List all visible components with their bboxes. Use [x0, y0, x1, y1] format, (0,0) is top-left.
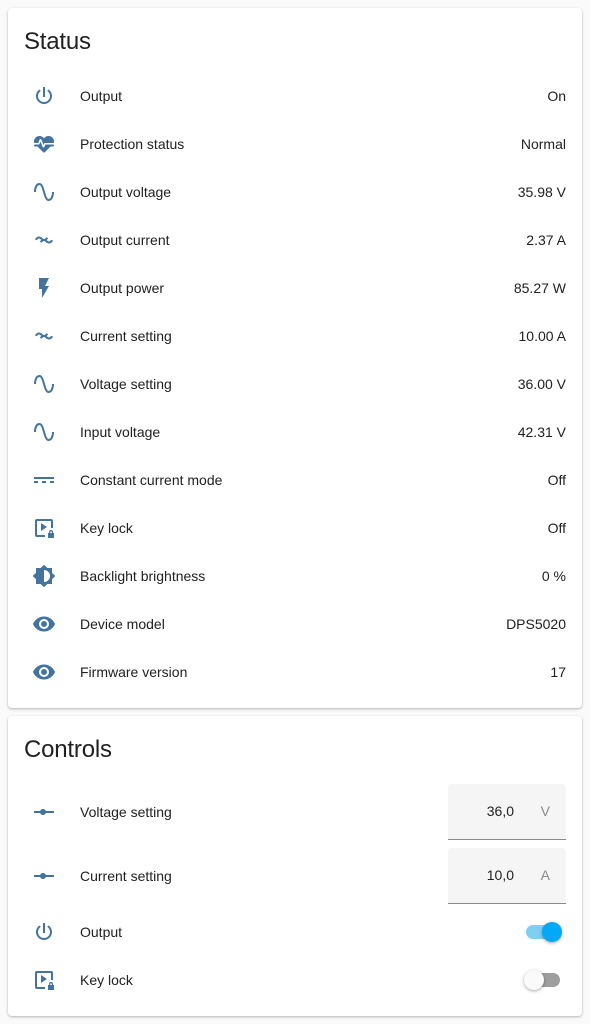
play-box-lock-icon [24, 508, 64, 548]
eye-icon [24, 604, 64, 644]
row-label: Protection status [80, 136, 185, 152]
row-label: Current setting [80, 328, 172, 344]
control-row-key-lock: Key lock [24, 960, 566, 1000]
row-value: Off [547, 472, 566, 488]
slider-icon [24, 792, 64, 832]
sine-wave-icon [24, 172, 64, 212]
controls-card-title: Controls [24, 736, 112, 763]
current-setting-input[interactable]: 10,0 A [448, 848, 566, 904]
row-label: Key lock [80, 520, 133, 536]
status-row-voltage-setting[interactable]: Voltage setting 36.00 V [24, 364, 566, 404]
row-label: Output current [80, 232, 170, 248]
status-row-key-lock[interactable]: Key lock Off [24, 508, 566, 548]
status-row-protection-status[interactable]: Protection status Normal [24, 124, 566, 164]
status-row-output-power[interactable]: Output power 85.27 W [24, 268, 566, 308]
row-label: Constant current mode [80, 472, 223, 488]
row-value: Off [547, 520, 566, 536]
status-row-backlight-brightness[interactable]: Backlight brightness 0 % [24, 556, 566, 596]
row-value: 42.31 V [517, 424, 566, 440]
toggle-thumb[interactable] [542, 922, 562, 942]
sine-wave-icon [24, 364, 64, 404]
power-icon [24, 76, 64, 116]
row-label: Output [80, 924, 123, 940]
current-setting-unit: A [540, 867, 550, 883]
status-row-output-voltage[interactable]: Output voltage 35.98 V [24, 172, 566, 212]
voltage-setting-value[interactable]: 36,0 [487, 803, 514, 819]
sine-wave-icon [24, 412, 64, 452]
status-card-title: Status [24, 28, 91, 55]
voltage-setting-unit: V [540, 803, 550, 819]
flash-icon [24, 268, 64, 308]
current-ac-icon [24, 316, 64, 356]
row-label: Voltage setting [80, 376, 172, 392]
status-row-firmware-version[interactable]: Firmware version 17 [24, 652, 566, 692]
row-value: 10.00 A [518, 328, 567, 344]
status-row-input-voltage[interactable]: Input voltage 42.31 V [24, 412, 566, 452]
row-value: 85.27 W [513, 280, 566, 296]
row-value: DPS5020 [506, 616, 566, 632]
slider-icon [24, 856, 64, 896]
row-value: 35.98 V [517, 184, 566, 200]
status-row-constant-current-mode[interactable]: Constant current mode Off [24, 460, 566, 500]
row-value: 17 [550, 664, 566, 680]
status-row-output[interactable]: Output On [24, 76, 566, 116]
current-ac-icon [24, 220, 64, 260]
status-row-current-setting[interactable]: Current setting 10.00 A [24, 316, 566, 356]
row-value: On [547, 88, 566, 104]
key-lock-toggle[interactable] [524, 970, 560, 990]
brightness-icon [24, 556, 64, 596]
row-label: Output power [80, 280, 165, 296]
row-label: Output voltage [80, 184, 172, 200]
eye-icon [24, 652, 64, 692]
row-label: Key lock [80, 972, 133, 988]
row-label: Backlight brightness [80, 568, 206, 584]
voltage-setting-input[interactable]: 36,0 V [448, 784, 566, 840]
heart-pulse-icon [24, 124, 64, 164]
row-label: Output [80, 88, 123, 104]
output-toggle[interactable] [526, 922, 562, 942]
row-label: Device model [80, 616, 165, 632]
row-label: Firmware version [80, 664, 188, 680]
row-label: Input voltage [80, 424, 161, 440]
row-value: Normal [520, 136, 566, 152]
current-dc-icon [24, 460, 64, 500]
row-value: 36.00 V [517, 376, 566, 392]
row-value: 2.37 A [526, 232, 566, 248]
row-value: 0 % [541, 568, 566, 584]
control-row-output: Output [24, 912, 566, 952]
power-icon [24, 912, 64, 952]
status-row-device-model[interactable]: Device model DPS5020 [24, 604, 566, 644]
play-box-lock-icon [24, 960, 64, 1000]
toggle-thumb[interactable] [524, 970, 544, 990]
controls-card: Controls Voltage setting 36,0 V Current … [8, 716, 582, 1016]
status-row-output-current[interactable]: Output current 2.37 A [24, 220, 566, 260]
current-setting-value[interactable]: 10,0 [487, 867, 514, 883]
status-card: Status Output On Protection status Norma… [8, 8, 582, 708]
